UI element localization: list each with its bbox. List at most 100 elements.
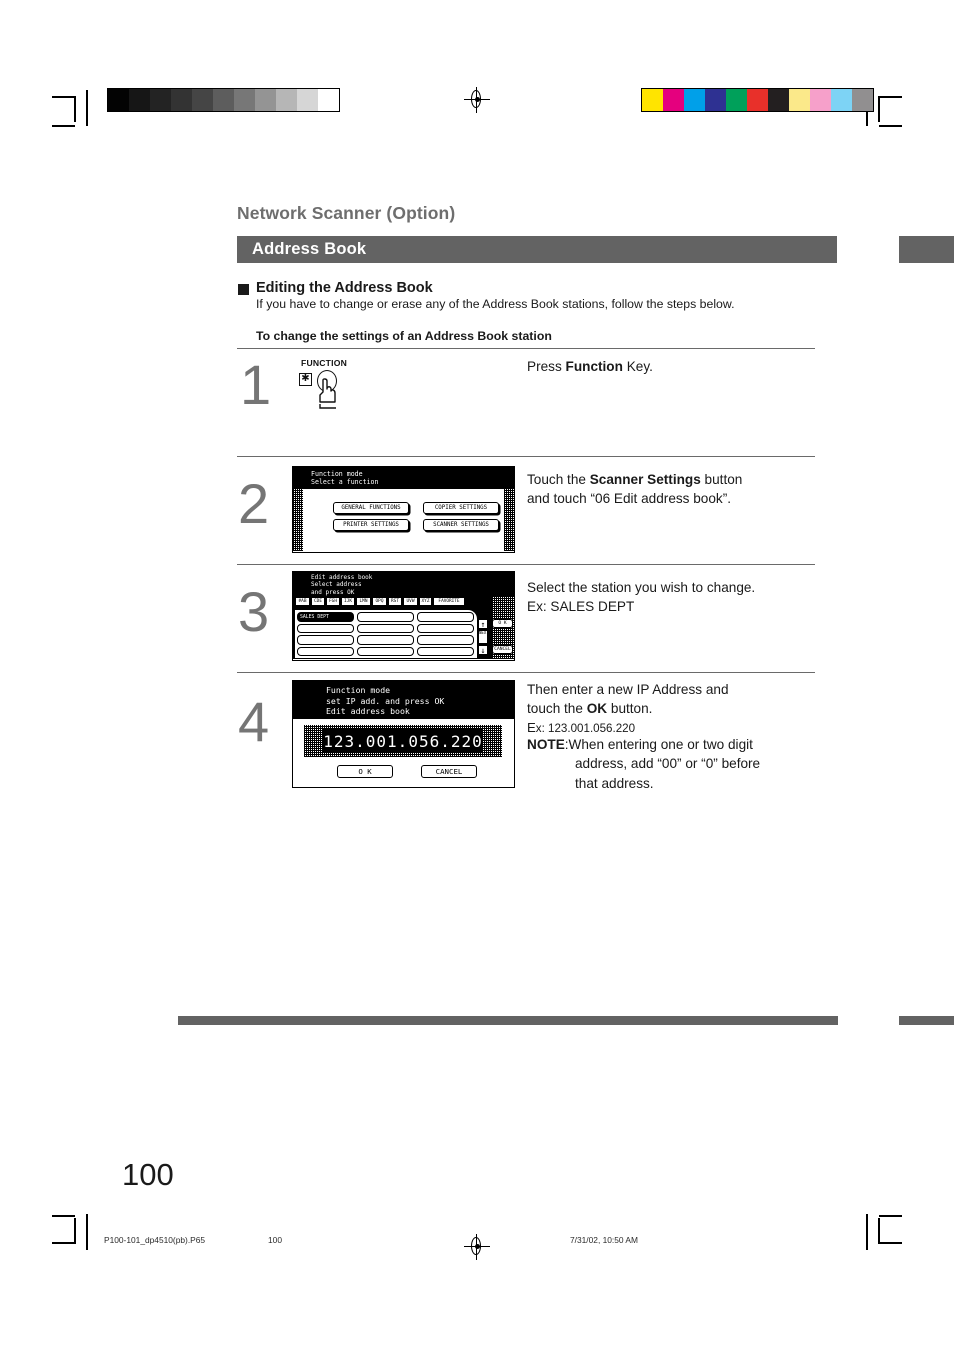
lcd2-left-texture bbox=[293, 489, 303, 551]
color-swatch-3 bbox=[705, 89, 726, 111]
lcd3-address-cell-empty[interactable] bbox=[357, 646, 414, 656]
step-divider-4 bbox=[237, 672, 815, 673]
lcd3-address-cell-empty[interactable] bbox=[357, 635, 414, 645]
step-divider-2 bbox=[237, 456, 815, 457]
pressing-hand-icon bbox=[319, 378, 336, 409]
banner-title: Address Book bbox=[252, 240, 367, 258]
color-swatch-10 bbox=[852, 89, 873, 111]
gray-swatch-5 bbox=[213, 89, 234, 111]
step-number-2: 2 bbox=[238, 472, 270, 535]
step-number-4: 4 bbox=[238, 690, 270, 753]
lcd3-tab-ijk[interactable]: IJK bbox=[341, 597, 355, 606]
example-value: x: 123.001.056.220 bbox=[535, 722, 636, 735]
color-swatch-9 bbox=[831, 89, 852, 111]
note-line-1: :When entering one or two digit bbox=[564, 737, 753, 752]
crop-mark-bottom-right-inner bbox=[866, 1214, 868, 1250]
color-swatch-4 bbox=[726, 89, 747, 111]
gray-swatch-6 bbox=[234, 89, 255, 111]
lcd3-address-cell-empty[interactable] bbox=[417, 623, 474, 633]
step-divider-1 bbox=[237, 348, 815, 349]
lcd3-tab-opq[interactable]: OPQ bbox=[372, 597, 387, 606]
lcd2-button-scanner-settings[interactable]: SCANNER SETTINGS bbox=[423, 519, 499, 531]
lcd4-header: Function mode set IP add. and press OK E… bbox=[293, 681, 514, 719]
footer-timestamp: 7/31/02, 10:50 AM bbox=[570, 1235, 638, 1245]
lcd3-tab-uvw[interactable]: UVW bbox=[403, 597, 418, 606]
lcd2-button-general-functions[interactable]: GENERAL FUNCTIONS bbox=[333, 502, 409, 514]
lcd4-header-line3: Edit address book bbox=[326, 706, 410, 717]
lcd-panel-step-3: Edit address book Select address and pre… bbox=[292, 571, 515, 661]
color-swatch-7 bbox=[789, 89, 810, 111]
step-3-instruction: Select the station you wish to change. Ex… bbox=[527, 580, 756, 615]
lcd3-body: #AB CDE FGH IJK LMN OPQ RST UVW XYZ FAVORITE SALE… bbox=[293, 597, 514, 659]
lcd2-button-printer-settings[interactable]: PRINTER SETTINGS bbox=[333, 519, 409, 531]
color-swatch-2 bbox=[684, 89, 705, 111]
gray-swatch-9 bbox=[297, 89, 318, 111]
lcd4-ip-address-field[interactable]: 123.001.056.220 bbox=[323, 729, 483, 753]
lcd3-address-cell-selected[interactable]: SALES DEPT bbox=[297, 612, 354, 622]
lcd3-address-cell-empty[interactable] bbox=[297, 646, 354, 656]
color-swatch-1 bbox=[663, 89, 684, 111]
crop-mark-bottom-right-v bbox=[878, 1218, 880, 1244]
step-1-instruction: Press Function Key. bbox=[527, 359, 653, 374]
subsection-heading: Editing the Address Book bbox=[256, 280, 433, 296]
asterisk-key-icon: ✱ bbox=[299, 373, 312, 386]
lcd3-address-cell-empty[interactable] bbox=[357, 612, 414, 622]
crop-mark-top-right-v bbox=[878, 96, 880, 122]
lcd3-header-line2: Select address bbox=[311, 581, 362, 589]
color-swatch-5 bbox=[747, 89, 768, 111]
lcd3-address-grid: SALES DEPT bbox=[295, 610, 477, 658]
color-calibration-bar bbox=[641, 88, 874, 112]
lcd3-address-cell-empty[interactable] bbox=[297, 623, 354, 633]
lcd3-tab-cde[interactable]: CDE bbox=[311, 597, 325, 606]
lcd3-header-line3: and press OK bbox=[311, 588, 355, 596]
crop-mark-bottom-right-h bbox=[879, 1242, 902, 1244]
lcd4-cancel-button[interactable]: CANCEL bbox=[421, 765, 477, 778]
page-number: 100 bbox=[122, 1157, 174, 1192]
note-line-2: address, add “00” or “0” before bbox=[575, 756, 761, 772]
lcd3-ok-button[interactable]: O K bbox=[492, 619, 513, 628]
procedure-heading: To change the settings of an Address Boo… bbox=[256, 329, 552, 343]
crop-mark-top-left-inner bbox=[86, 90, 88, 126]
crop-mark-bottom-left-inner bbox=[86, 1214, 88, 1250]
lcd3-address-cell-empty[interactable] bbox=[417, 612, 474, 622]
lcd3-cancel-button[interactable]: CANCEL bbox=[492, 645, 513, 654]
lcd3-address-cell-empty[interactable] bbox=[297, 635, 354, 645]
step-2-instruction: Touch the Scanner Settings button and tou… bbox=[527, 472, 743, 507]
note-line-3: that address. bbox=[575, 775, 654, 791]
lcd3-tab-xyz[interactable]: XYZ bbox=[419, 597, 432, 606]
gray-swatch-0 bbox=[108, 89, 129, 111]
lcd4-ok-button[interactable]: O K bbox=[337, 765, 393, 778]
margin-tab-mark-top bbox=[899, 236, 954, 263]
crop-mark-top-left-h2 bbox=[52, 125, 75, 127]
step-4-instruction: Then enter a new IP Address and touch the… bbox=[527, 682, 729, 717]
lcd3-address-cell-empty[interactable] bbox=[357, 623, 414, 633]
lcd3-address-cell-empty[interactable] bbox=[417, 635, 474, 645]
lcd3-tab-rst[interactable]: RST bbox=[388, 597, 402, 606]
step-divider-3 bbox=[237, 564, 815, 565]
crop-mark-bottom-right-h2 bbox=[879, 1215, 902, 1217]
lcd3-scroll-up-button[interactable]: ↑ bbox=[478, 619, 488, 629]
registration-target-bottom bbox=[464, 1234, 490, 1260]
crop-mark-top-left-h bbox=[52, 96, 75, 98]
example-prefix: E bbox=[527, 720, 536, 735]
lcd4-body: 123.001.056.220 O K CANCEL bbox=[293, 719, 514, 786]
lcd-panel-step-4: Function mode set IP add. and press OK E… bbox=[292, 680, 515, 788]
margin-tab-mark-bottom bbox=[899, 1016, 954, 1025]
lcd3-header-line1: Edit address book bbox=[311, 574, 373, 581]
lcd3-tab-fgh[interactable]: FGH bbox=[326, 597, 340, 606]
lcd3-scroll-down-button[interactable]: ↓ bbox=[478, 645, 488, 655]
gray-swatch-3 bbox=[171, 89, 192, 111]
lcd2-header-line1: Function mode bbox=[311, 470, 363, 478]
footer-page-ref: 100 bbox=[268, 1235, 282, 1245]
lcd3-address-cell-empty[interactable] bbox=[417, 646, 474, 656]
lcd2-button-copier-settings[interactable]: COPIER SETTINGS bbox=[423, 502, 499, 514]
lcd3-tab-lmn[interactable]: LMN bbox=[356, 597, 371, 606]
step-number-3: 3 bbox=[238, 580, 270, 643]
lcd3-tab-favorite[interactable]: FAVORITE bbox=[433, 597, 465, 606]
gray-swatch-8 bbox=[276, 89, 297, 111]
registration-target-top bbox=[464, 87, 490, 113]
lcd3-scroll-label: NEXT bbox=[478, 630, 488, 644]
lcd3-tab-ab[interactable]: #AB bbox=[295, 597, 310, 606]
page-section-title: Network Scanner (Option) bbox=[237, 203, 456, 223]
crop-mark-bottom-left-h2 bbox=[52, 1215, 75, 1217]
